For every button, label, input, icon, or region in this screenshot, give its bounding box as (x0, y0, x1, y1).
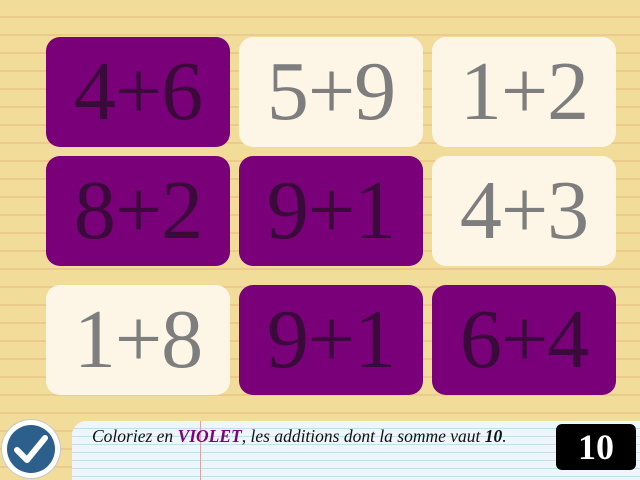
tile-6[interactable]: 4+3 (432, 156, 616, 266)
tile-9[interactable]: 6+4 (432, 285, 616, 395)
instruction-target-number: 10 (484, 426, 503, 446)
instruction-prefix: Coloriez en (92, 426, 178, 446)
checkmark-icon (7, 425, 55, 473)
tile-3[interactable]: 1+2 (432, 37, 616, 147)
validate-button[interactable] (2, 420, 60, 478)
tile-grid: 4+6 5+9 1+2 8+2 9+1 4+3 1+8 9+1 6+4 (0, 0, 640, 420)
instruction-panel: Coloriez en VIOLET, les additions dont l… (72, 421, 640, 480)
tile-5[interactable]: 9+1 (239, 156, 423, 266)
tile-4[interactable]: 8+2 (46, 156, 230, 266)
tile-1[interactable]: 4+6 (46, 37, 230, 147)
tile-2[interactable]: 5+9 (239, 37, 423, 147)
instruction-suffix: . (502, 426, 507, 446)
tile-8[interactable]: 9+1 (239, 285, 423, 395)
instruction-color-word: VIOLET (177, 426, 242, 446)
instruction-middle: , les additions dont la somme vaut (241, 426, 485, 446)
tile-7[interactable]: 1+8 (46, 285, 230, 395)
instruction-text: Coloriez en VIOLET, les additions dont l… (92, 425, 554, 447)
target-sum-box: 10 (556, 424, 636, 470)
